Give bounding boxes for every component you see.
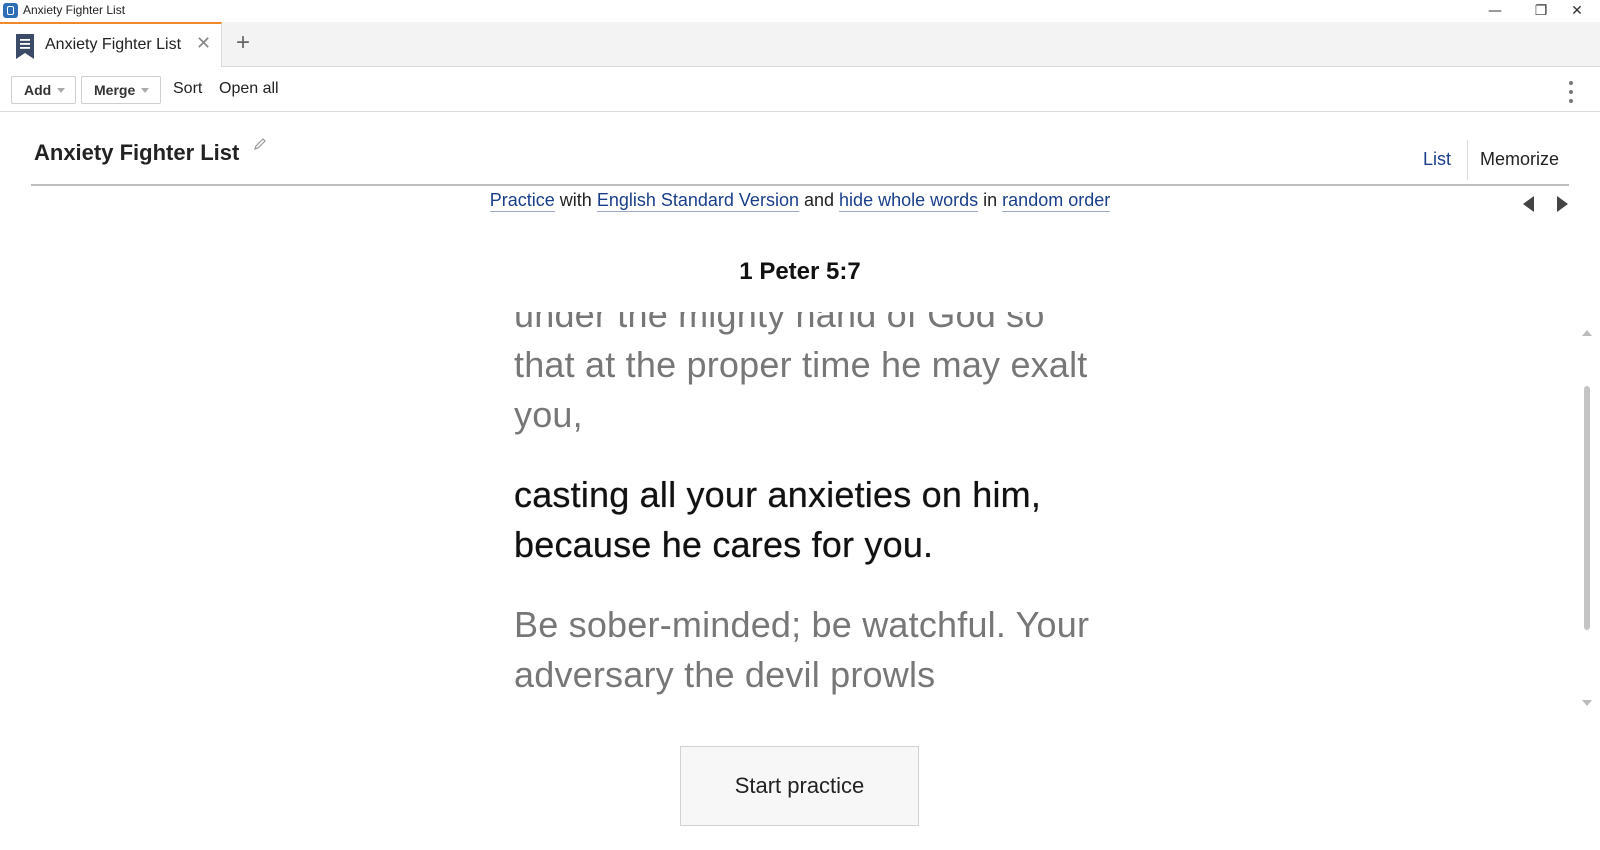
start-practice-button[interactable]: Start practice [680, 746, 919, 826]
scrollbar[interactable] [1582, 386, 1592, 630]
minimize-button[interactable]: — [1472, 0, 1518, 22]
current-verse-text: casting all your anxieties on him, becau… [514, 474, 1042, 565]
add-button[interactable]: Add [11, 76, 76, 104]
pencil-icon[interactable] [253, 137, 267, 151]
add-button-label: Add [24, 82, 52, 98]
tab-label: Anxiety Fighter List [45, 36, 182, 53]
previous-verse-text: under the mighty hand of God so that at … [514, 312, 1088, 435]
chevron-down-icon [141, 87, 150, 93]
practice-mode-link[interactable]: Practice [489, 190, 555, 212]
previous-verse-icon[interactable] [1523, 196, 1534, 212]
practice-text-and: and [803, 190, 835, 210]
tab-memorize-view[interactable]: Memorize [1480, 149, 1559, 170]
practice-text-with: with [559, 190, 592, 210]
window-titlebar: Anxiety Fighter List — ❐ ✕ [0, 0, 1600, 22]
scroll-down-icon[interactable] [1582, 700, 1592, 706]
practice-text-in: in [983, 190, 998, 210]
scroll-up-icon[interactable] [1582, 330, 1592, 336]
next-verse-text: Be sober-minded; be watchful. Your adver… [514, 604, 1090, 695]
view-divider [1467, 140, 1468, 180]
tab-close-icon[interactable]: ✕ [196, 33, 211, 54]
tab-list-view[interactable]: List [1423, 149, 1451, 170]
merge-button[interactable]: Merge [81, 76, 161, 104]
verse-reference: 1 Peter 5:7 [739, 258, 861, 285]
scrollbar-thumb[interactable] [1584, 386, 1590, 630]
window-title: Anxiety Fighter List [23, 3, 126, 17]
toolbar: Add Merge Sort Open all [0, 67, 1600, 112]
bible-version-link[interactable]: English Standard Version [596, 190, 799, 212]
page-title: Anxiety Fighter List [34, 140, 240, 165]
chevron-down-icon [57, 87, 66, 93]
header-divider [31, 184, 1569, 186]
verse-scroll-area[interactable]: under the mighty hand of God so that at … [514, 312, 1114, 717]
next-verse-icon[interactable] [1557, 196, 1568, 212]
merge-button-label: Merge [94, 82, 136, 98]
tab-anxiety-fighter-list[interactable]: Anxiety Fighter List ✕ [0, 22, 222, 67]
tab-bar: Anxiety Fighter List ✕ + [0, 22, 1600, 67]
close-window-button[interactable]: ✕ [1554, 0, 1600, 22]
app-logo-icon [3, 3, 18, 18]
sort-button[interactable]: Sort [173, 80, 202, 98]
practice-settings: Practice with English Standard Version a… [0, 190, 1600, 212]
order-link[interactable]: random order [1002, 190, 1111, 212]
hide-method-link[interactable]: hide whole words [839, 190, 979, 212]
add-tab-button[interactable]: + [236, 29, 250, 57]
open-all-button[interactable]: Open all [219, 80, 279, 98]
bookmark-list-icon [16, 34, 34, 59]
more-options-icon[interactable] [1568, 81, 1574, 103]
